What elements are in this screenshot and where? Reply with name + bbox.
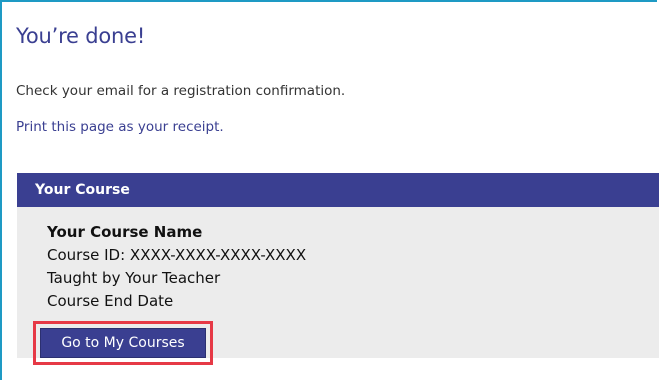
page-title: You’re done! <box>16 24 146 48</box>
print-receipt-link[interactable]: Print this page as your receipt. <box>16 119 224 135</box>
confirmation-message: Check your email for a registration conf… <box>16 83 346 99</box>
course-details: Your Course Name Course ID: XXXX-XXXX-XX… <box>47 221 306 313</box>
course-panel-header: Your Course <box>17 173 659 207</box>
course-end-date: Course End Date <box>47 292 174 310</box>
course-name: Your Course Name <box>47 223 203 241</box>
course-teacher: Taught by Your Teacher <box>47 269 221 287</box>
go-to-my-courses-button[interactable]: Go to My Courses <box>40 328 206 358</box>
course-id: Course ID: XXXX-XXXX-XXXX-XXXX <box>47 246 307 264</box>
